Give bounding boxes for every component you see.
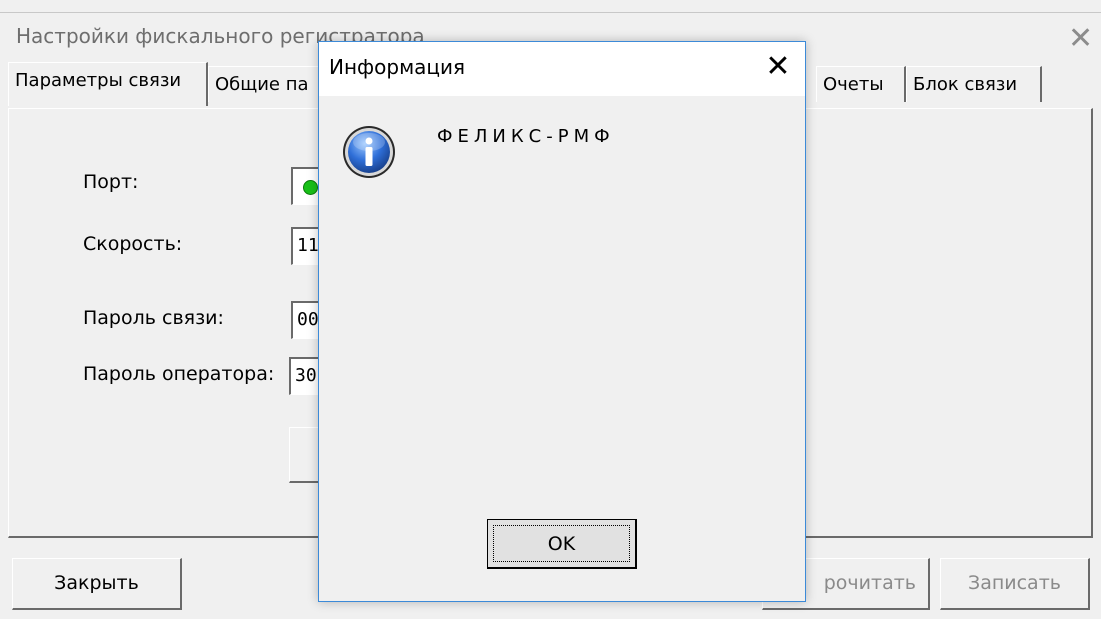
dialog-title: Информация	[329, 55, 466, 79]
ok-button[interactable]: OK	[487, 519, 637, 569]
top-divider	[0, 12, 1101, 13]
tab-connection-params[interactable]: Параметры связи	[8, 62, 208, 106]
speed-label: Скорость:	[83, 233, 183, 255]
dialog-titlebar[interactable]: Информация ✕	[319, 42, 805, 96]
info-dialog: Информация ✕ ФЕЛИКС-РМФ OK	[318, 41, 806, 602]
window-close-button[interactable]: ✕	[1068, 24, 1093, 54]
port-label: Порт:	[83, 171, 139, 193]
operator-password-label: Пароль оператора:	[83, 363, 275, 385]
link-password-label: Пароль связи:	[83, 307, 224, 329]
ok-button-label: OK	[493, 525, 630, 562]
tab-general-params[interactable]: Общие па	[208, 66, 328, 102]
dialog-close-button[interactable]: ✕	[759, 48, 797, 86]
info-icon	[343, 126, 395, 178]
port-status-indicator	[303, 180, 318, 195]
write-button[interactable]: Записать	[940, 558, 1090, 610]
tab-reports[interactable]: Очеты	[816, 66, 906, 102]
dialog-message: ФЕЛИКС-РМФ	[437, 126, 615, 147]
close-button[interactable]: Закрыть	[12, 558, 182, 610]
tab-link-block[interactable]: Блок связи	[906, 66, 1042, 102]
